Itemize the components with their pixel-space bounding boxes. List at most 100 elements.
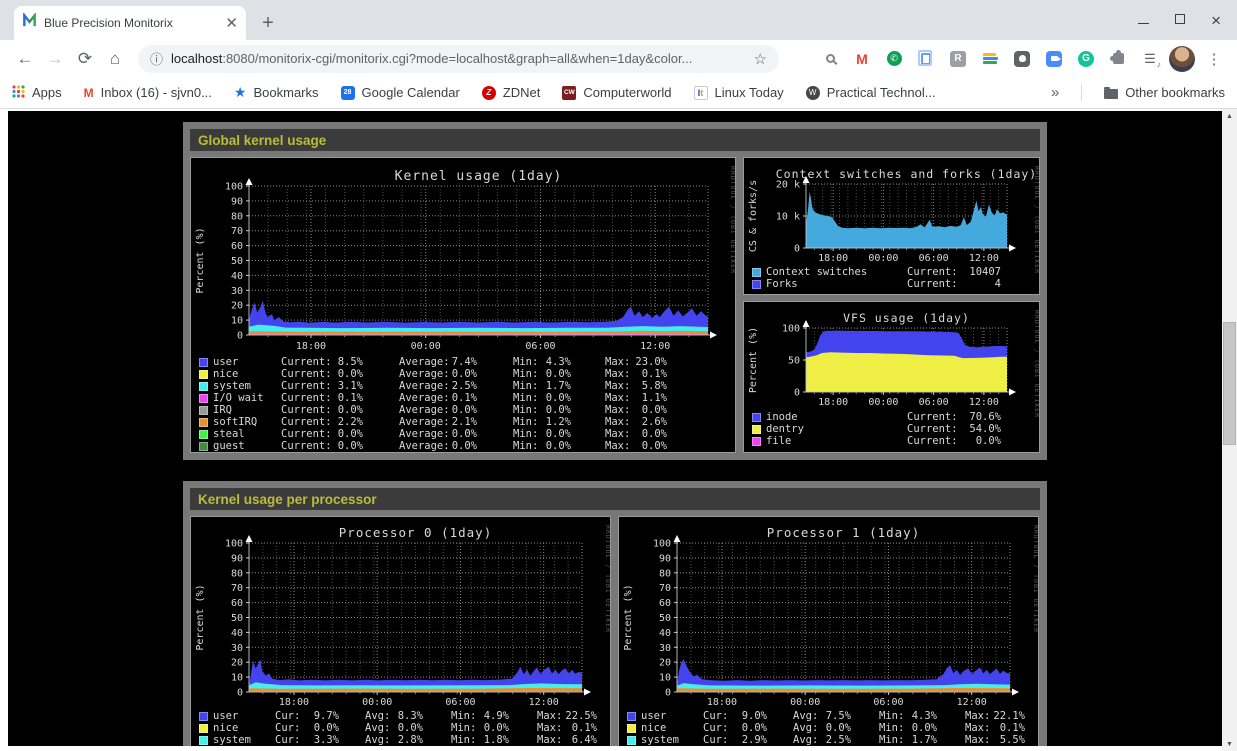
zoom-icon[interactable]	[1041, 46, 1067, 72]
bookmark-zdnet[interactable]: Z ZDNet	[482, 85, 541, 100]
legend-label: Max:	[605, 392, 630, 404]
legend-value: 0.0%	[642, 404, 667, 416]
bookmark-linux-today[interactable]: lt Linux Today	[694, 85, 784, 100]
page-info-icon[interactable]: ⓘ	[150, 49, 163, 68]
scrollbar-down-arrow[interactable]: ▼	[1222, 737, 1237, 751]
scrollbar-up-arrow[interactable]: ▲	[1222, 109, 1237, 123]
grammarly-icon[interactable]: G	[1073, 46, 1099, 72]
voice-icon[interactable]: ✆	[881, 46, 907, 72]
maximize-button[interactable]	[1175, 11, 1185, 29]
svg-text:40: 40	[231, 271, 243, 282]
context-switches-graph-panel[interactable]: 010 k20 k18:0000:0006:0012:00Context swi…	[743, 157, 1040, 295]
legend-stat-pair: Current:3.1%	[281, 380, 363, 392]
legend-stat-pair: Cur:9.7%	[275, 710, 339, 722]
back-button[interactable]: ←	[10, 44, 40, 74]
new-tab-button[interactable]: +	[254, 9, 282, 37]
legend-label: Cur:	[275, 734, 300, 746]
legend-stat-pair: Min:1.2%	[513, 416, 571, 428]
legend-label: Average:	[399, 356, 450, 368]
legend-name: inode	[766, 411, 907, 423]
puzzle-extensions-icon[interactable]	[1105, 46, 1131, 72]
bookmark-inbox[interactable]: M Inbox (16) - sjvn0...	[84, 85, 212, 100]
legend-name: system	[641, 734, 701, 746]
bookmark-bookmarks[interactable]: ★ Bookmarks	[234, 84, 319, 101]
gmail-icon: M	[84, 86, 94, 100]
legend-stat-pair: Max:0.0%	[605, 428, 667, 440]
close-button[interactable]: ×	[1211, 12, 1221, 29]
zdnet-icon: Z	[482, 86, 496, 100]
svg-text:0: 0	[237, 688, 243, 699]
scrollbar[interactable]: ▲ ▼	[1222, 109, 1237, 751]
section-header: Global kernel usage	[190, 129, 1040, 151]
legend-value: 0.0%	[546, 404, 571, 416]
scrollbar-thumb[interactable]	[1223, 322, 1236, 445]
books-icon[interactable]	[977, 46, 1003, 72]
processor-0-graph-panel[interactable]: 010203040506070809010018:0000:0006:0012:…	[190, 516, 611, 746]
bookmarks-overflow-chevron[interactable]: »	[1051, 84, 1059, 101]
vfs-usage-graph-panel[interactable]: 05010018:0000:0006:0012:00VFS usage (1da…	[743, 301, 1040, 453]
legend-swatch	[752, 280, 761, 289]
svg-text:70: 70	[659, 583, 671, 594]
legend-label: Min:	[513, 404, 538, 416]
processor-1-legend: userCur:9.0%Avg:7.5%Min:4.3%Max:22.1%nic…	[627, 710, 1036, 746]
gmail-icon[interactable]: M	[849, 46, 875, 72]
legend-label: Average:	[399, 380, 450, 392]
playlist-icon[interactable]: ☰	[1137, 46, 1163, 72]
legend-stat-pair: Max:23.0%	[605, 356, 667, 368]
home-button[interactable]: ⌂	[100, 44, 130, 74]
bookmark-google-calendar[interactable]: 28 Google Calendar	[341, 85, 460, 100]
rakuten-icon[interactable]: R	[945, 46, 971, 72]
legend-stat-pair: Cur:0.0%	[703, 722, 767, 734]
profile-avatar[interactable]	[1169, 46, 1195, 72]
legend-stat-pair: Max:0.1%	[965, 722, 1025, 734]
legend-name: Forks	[766, 278, 907, 290]
legend-value: 1.8%	[484, 734, 509, 746]
legend-label: Average:	[399, 416, 450, 428]
legend-stat-pair: Current:0.0%	[281, 368, 363, 380]
kernel-usage-graph-panel[interactable]: 010203040506070809010018:0000:0006:0012:…	[190, 157, 736, 453]
forward-button[interactable]: →	[40, 44, 70, 74]
legend-value: 3.1%	[338, 380, 363, 392]
other-bookmarks-button[interactable]: Other bookmarks	[1104, 85, 1225, 100]
legend-label: Average:	[399, 440, 450, 452]
copy-pages-icon[interactable]	[913, 46, 939, 72]
reload-button[interactable]: ⟳	[70, 44, 100, 74]
svg-text:18:00: 18:00	[279, 697, 309, 708]
legend-value: 0.1%	[338, 392, 363, 404]
tab-close-icon[interactable]: ✕	[225, 16, 238, 31]
svg-text:00:00: 00:00	[868, 253, 898, 264]
legend-value: 7.5%	[826, 710, 851, 722]
legend-name: steal	[213, 428, 279, 440]
legend-label: Min:	[513, 428, 538, 440]
minimize-button[interactable]	[1138, 11, 1149, 29]
legend-stat-pair: Avg:8.3%	[365, 710, 423, 722]
legend-label: Max:	[605, 380, 630, 392]
legend-row: dentryCurrent:54.0%	[752, 423, 1037, 435]
svg-text:30: 30	[231, 286, 243, 297]
browser-menu-icon[interactable]: ⋮	[1201, 46, 1227, 72]
browser-tab[interactable]: Blue Precision Monitorix ✕	[14, 6, 246, 40]
svg-text:50: 50	[788, 356, 800, 367]
legend-stat-pair: Average:0.0%	[399, 440, 477, 452]
legend-stat-pair: Min:0.0%	[451, 722, 509, 734]
legend-label: Max:	[605, 368, 630, 380]
legend-stat-pair: Min:0.0%	[513, 368, 571, 380]
bookmark-star-icon[interactable]: ☆	[754, 50, 767, 68]
pocket-icon[interactable]	[1009, 46, 1035, 72]
processor-1-graph-panel[interactable]: 010203040506070809010018:0000:0006:0012:…	[618, 516, 1039, 746]
legend-value: 0.0%	[338, 440, 363, 452]
legend-name: user	[641, 710, 701, 722]
search-icon[interactable]	[817, 46, 843, 72]
legend-name: I/O wait	[213, 392, 279, 404]
legend-swatch	[199, 358, 208, 367]
svg-text:18:00: 18:00	[296, 341, 326, 352]
legend-label: Max:	[537, 710, 562, 722]
legend-value: 4.3%	[546, 356, 571, 368]
legend-name: system	[213, 380, 279, 392]
bookmark-computerworld[interactable]: CW Computerworld	[562, 85, 671, 100]
bookmark-practical-technology[interactable]: W Practical Technol...	[806, 85, 936, 100]
section-global-kernel-usage: Global kernel usage 01020304050607080901…	[183, 122, 1047, 460]
legend-value: 9.0%	[742, 710, 767, 722]
address-bar[interactable]: ⓘ localhost:8080/monitorix-cgi/monitorix…	[138, 45, 779, 73]
bookmark-apps[interactable]: Apps	[12, 85, 62, 101]
